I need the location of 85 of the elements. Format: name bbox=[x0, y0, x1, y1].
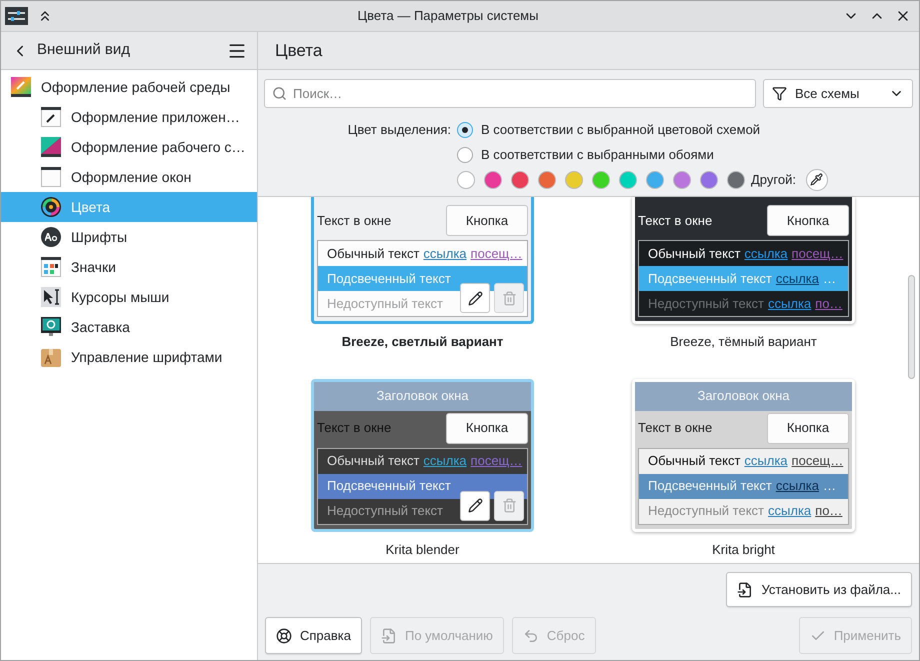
preview-text: Обычный текст ссылка посещ… bbox=[327, 244, 522, 263]
sidebar-item[interactable]: Оформление приложен… bbox=[1, 102, 257, 132]
preview-text: Недоступный текст bbox=[327, 502, 444, 520]
search-icon bbox=[272, 86, 287, 101]
sidebar-item[interactable]: Управление шрифтами bbox=[1, 342, 257, 372]
preview-text: Недоступный текст ссылка по… bbox=[648, 294, 842, 313]
pencil-icon bbox=[468, 498, 482, 513]
sidebar-item[interactable]: Заставка bbox=[1, 312, 257, 342]
app-icon bbox=[5, 7, 28, 25]
search-field[interactable]: Поиск… bbox=[264, 79, 756, 108]
button-icon bbox=[522, 628, 539, 644]
pencil-icon bbox=[468, 290, 482, 306]
monitor-icon bbox=[41, 317, 61, 337]
preview-window-text: Текст в окне bbox=[638, 419, 712, 438]
font-box-icon bbox=[41, 347, 61, 367]
preview-titlebar: Заголовок окна bbox=[635, 382, 852, 410]
preview-text: Обычный текст ссылка посещ… bbox=[327, 452, 522, 470]
edit-button[interactable] bbox=[460, 490, 490, 520]
install-from-file-button[interactable]: Установить из файла... bbox=[726, 572, 912, 607]
scheme-name: Krita bright bbox=[712, 540, 775, 559]
custom-color-label: Другой: bbox=[751, 170, 796, 189]
accent-color-swatch[interactable] bbox=[646, 170, 664, 188]
accent-color-swatch[interactable] bbox=[673, 170, 691, 188]
sidebar-title: Внешний вид bbox=[37, 40, 131, 60]
file-icon bbox=[737, 582, 754, 598]
button-icon bbox=[381, 628, 397, 644]
radio-option[interactable]: В соответствии с выбранной цветовой схемой bbox=[457, 117, 828, 142]
scheme-name: Breeze, светлый вариант bbox=[342, 333, 504, 351]
filter-dropdown[interactable]: Все схемы bbox=[763, 79, 913, 108]
preview-window-text: Текст в окне bbox=[317, 419, 392, 438]
preview-text: Подсвеченный текст bbox=[327, 477, 451, 496]
color-picker-button[interactable] bbox=[806, 168, 828, 190]
desktop-theme-icon bbox=[41, 137, 61, 157]
font-icon bbox=[41, 227, 61, 247]
preview-button: Кнопка bbox=[767, 205, 849, 236]
edit-button[interactable] bbox=[460, 283, 490, 313]
accent-color-swatch[interactable] bbox=[727, 170, 745, 188]
window-brush-icon bbox=[41, 107, 61, 127]
accent-color-swatch[interactable] bbox=[457, 170, 475, 188]
accent-color-swatch[interactable] bbox=[484, 170, 502, 188]
sidebar-item[interactable]: Значки bbox=[1, 252, 257, 282]
trash-icon bbox=[502, 498, 516, 513]
preview-titlebar: Заголовок окна bbox=[314, 382, 531, 410]
preview-text: Подсвеченный текст bbox=[327, 270, 451, 288]
scheme-name: Breeze, тёмный вариант bbox=[670, 333, 817, 351]
pipette-icon bbox=[810, 173, 824, 186]
window-title: Цвета — Параметры системы bbox=[356, 7, 540, 26]
accent-color-swatch[interactable] bbox=[538, 170, 556, 188]
sidebar-item[interactable]: Курсоры мыши bbox=[1, 282, 257, 312]
accent-label: Цвет выделения: bbox=[348, 120, 451, 139]
scheme-preview[interactable]: Текст в окне Кнопка Обычный текст ссылка посещ… Подсвеченный текст ссылка … Недоступный текст ссылка по… bbox=[632, 197, 855, 324]
preview-text: Недоступный текст ссылка по… bbox=[648, 502, 842, 520]
icons-grid-icon bbox=[41, 257, 61, 277]
sidebar-item[interactable]: Оформление рабочего с… bbox=[1, 132, 257, 162]
accent-color-swatch[interactable] bbox=[619, 170, 637, 188]
button-icon bbox=[276, 628, 292, 644]
preview-button: Кнопка bbox=[446, 412, 528, 444]
accent-color-swatch[interactable] bbox=[592, 170, 610, 188]
preview-text: Обычный текст ссылка посещ… bbox=[648, 452, 844, 470]
accent-color-swatch[interactable] bbox=[565, 170, 583, 188]
accent-color-swatch[interactable] bbox=[700, 170, 718, 188]
accent-color-swatch[interactable] bbox=[511, 170, 529, 188]
filter-icon bbox=[772, 86, 787, 101]
preview-button: Кнопка bbox=[446, 205, 528, 236]
preview-text: Обычный текст ссылка посещ… bbox=[648, 244, 844, 263]
preview-window-text: Текст в окне bbox=[317, 212, 392, 230]
radio-option[interactable]: В соответствии с выбранными обоями bbox=[457, 142, 828, 167]
cursor-icon bbox=[41, 287, 61, 307]
preview-window-text: Текст в окне bbox=[638, 212, 712, 230]
scheme-name: Krita blender bbox=[386, 540, 460, 558]
color-wheel-icon bbox=[41, 197, 61, 217]
preview-text: Подсвеченный текст ссылка … bbox=[648, 477, 836, 496]
scheme-preview[interactable]: Заголовок окна Текст в окне Кнопка Обычный текст ссылка посещ… Подсвеченный текст Недоступный текст bbox=[311, 378, 534, 532]
preview-button: Кнопка bbox=[767, 412, 849, 444]
window-icon bbox=[41, 167, 61, 187]
trash-icon bbox=[502, 290, 516, 306]
sidebar-item[interactable]: Оформление окон bbox=[1, 162, 257, 192]
palette-icon bbox=[11, 77, 31, 97]
preview-text: Недоступный текст bbox=[327, 294, 444, 313]
scheme-preview[interactable]: Текст в окне Кнопка Обычный текст ссылка посещ… Подсвеченный текст Недоступный текст bbox=[311, 197, 534, 324]
footer-button[interactable]: Справка bbox=[265, 617, 362, 654]
sidebar-item[interactable]: Шрифты bbox=[1, 222, 257, 252]
page-title: Цвета bbox=[275, 40, 322, 62]
preview-text: Подсвеченный текст ссылка … bbox=[648, 270, 836, 288]
sidebar-item[interactable]: Оформление рабочей среды bbox=[1, 72, 257, 102]
